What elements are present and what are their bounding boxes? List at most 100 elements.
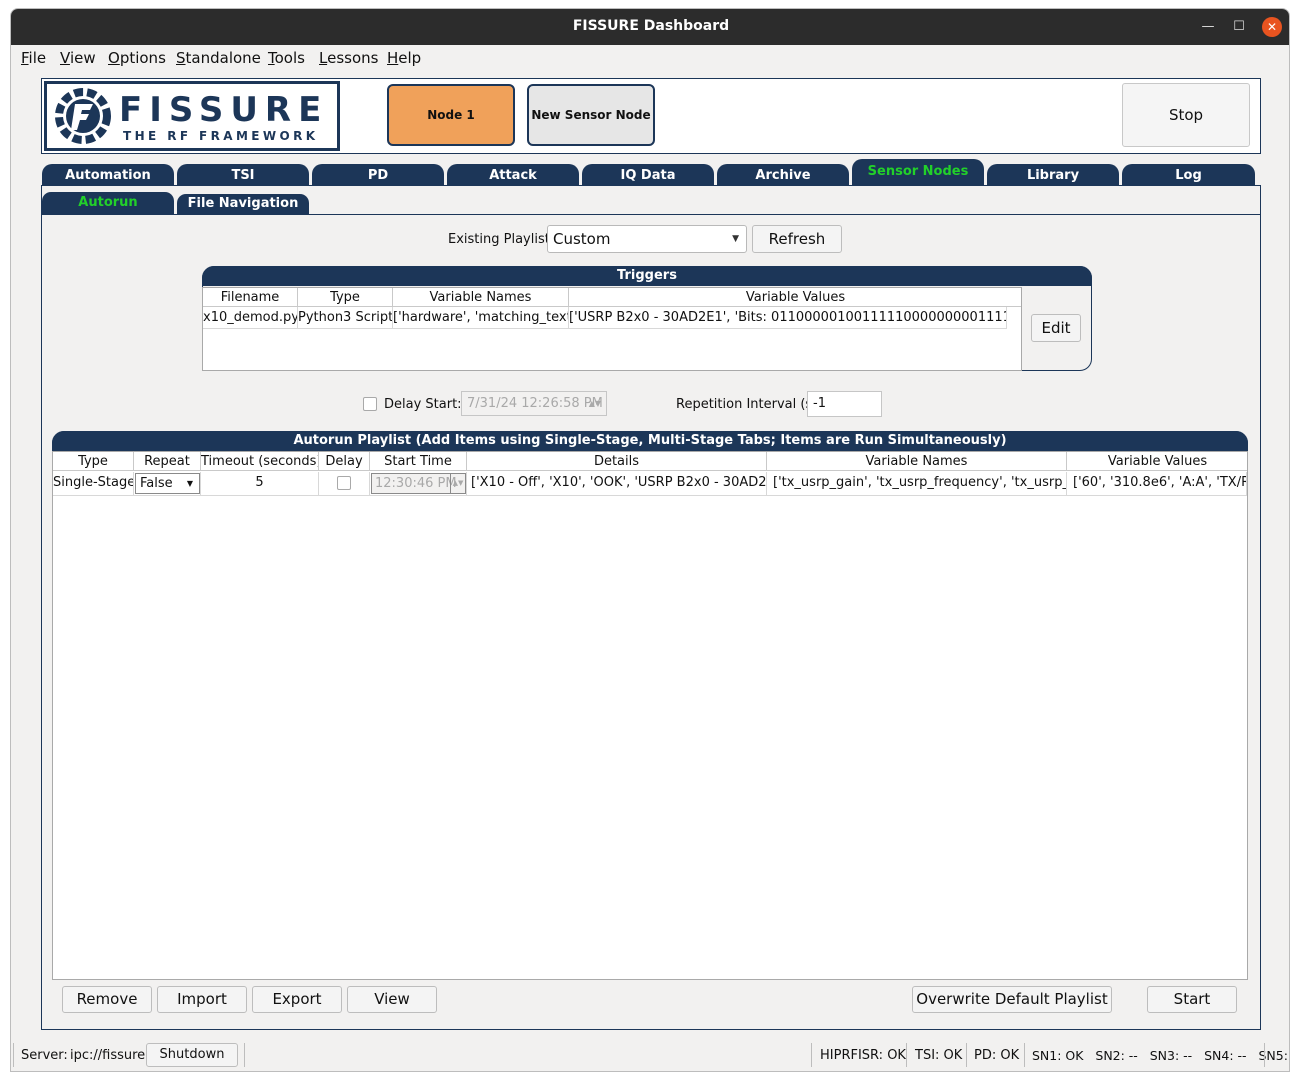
menu-tools[interactable]: Tools	[268, 49, 305, 67]
refresh-button[interactable]: Refresh	[752, 225, 842, 253]
tab-automation[interactable]: Automation	[42, 164, 174, 187]
start-time-input: 12:30:46 PM ▲▼	[371, 473, 466, 494]
autorun-playlist-table[interactable]: Type Repeat Timeout (seconds) Delay Star…	[52, 451, 1248, 980]
edit-trigger-button[interactable]: Edit	[1031, 314, 1081, 342]
tab-log[interactable]: Log	[1122, 164, 1255, 187]
shutdown-button[interactable]: Shutdown	[146, 1043, 238, 1067]
divider	[41, 214, 1261, 215]
repetition-interval-label: Repetition Interval (s):	[676, 397, 822, 412]
server-value: ipc://fissure	[70, 1048, 146, 1063]
playlist-cell-repeat[interactable]: False ▼	[134, 472, 201, 496]
playlist-cell-details[interactable]: ['X10 - Off', 'X10', 'OOK', 'USRP B2x0 -…	[467, 472, 767, 496]
trigger-cell-variable-names[interactable]: ['hardware', 'matching_text']	[393, 307, 569, 329]
close-icon[interactable]: ✕	[1262, 17, 1282, 37]
playlist-cell-type[interactable]: Single-Stage	[53, 472, 134, 496]
playlist-delay-checkbox[interactable]	[337, 476, 351, 490]
start-button[interactable]: Start	[1147, 986, 1237, 1013]
maximize-icon[interactable]: ☐	[1229, 17, 1249, 37]
tab-iq-data[interactable]: IQ Data	[582, 164, 714, 187]
tsi-status: TSI: OK	[915, 1048, 963, 1063]
delay-datetime-input: 7/31/24 12:26:58 PM ▲▼	[461, 391, 607, 416]
menu-bar: File View Options Standalone Tools Lesso…	[11, 45, 1289, 71]
divider	[1264, 1043, 1265, 1067]
playlist-cell-start-time[interactable]: 12:30:46 PM ▲▼	[370, 472, 467, 496]
import-button[interactable]: Import	[157, 986, 247, 1013]
playlist-header-delay[interactable]: Delay	[319, 452, 370, 471]
tab-sensor-nodes[interactable]: Sensor Nodes	[852, 159, 984, 187]
playlist-header-repeat[interactable]: Repeat	[134, 452, 201, 471]
application-window: FISSURE Dashboard — ☐ ✕ File View Option…	[10, 8, 1290, 1072]
playlist-cell-timeout[interactable]: 5	[201, 472, 319, 496]
playlist-header-details[interactable]: Details	[467, 452, 767, 471]
node-1-button[interactable]: Node 1	[387, 84, 515, 146]
triggers-title: Triggers	[202, 266, 1092, 286]
playlist-combo[interactable]: Custom ▼	[547, 225, 747, 253]
new-sensor-node-button[interactable]: New Sensor Node	[527, 84, 655, 146]
existing-playlists-label: Existing Playlists:	[448, 232, 561, 247]
tab-pd[interactable]: PD	[312, 164, 444, 187]
tab-archive[interactable]: Archive	[717, 164, 849, 187]
delay-start-checkbox[interactable]	[363, 397, 377, 411]
tab-tsi[interactable]: TSI	[177, 164, 309, 187]
menu-standalone[interactable]: Standalone	[176, 49, 261, 67]
divider	[906, 1043, 907, 1067]
fissure-logo: FISSURE THE RF FRAMEWORK	[44, 81, 340, 151]
playlist-cell-delay[interactable]	[319, 472, 370, 496]
trigger-cell-filename[interactable]: x10_demod.py	[203, 307, 298, 329]
triggers-header-variable-names[interactable]: Variable Names	[393, 288, 569, 307]
playlist-header-type[interactable]: Type	[53, 452, 134, 471]
menu-options[interactable]: Options	[108, 49, 166, 67]
divider	[966, 1043, 967, 1067]
remove-button[interactable]: Remove	[62, 986, 152, 1013]
menu-file[interactable]: File	[21, 49, 46, 67]
playlist-cell-variable-values[interactable]: ['60', '310.8e6', 'A:A', 'TX/R…	[1067, 472, 1247, 496]
dropdown-arrow-icon: ▼	[732, 234, 739, 244]
header-panel: FISSURE THE RF FRAMEWORK Node 1 New Sens…	[41, 78, 1261, 154]
delay-datetime-value: 7/31/24 12:26:58 PM	[467, 396, 603, 411]
trigger-cell-type[interactable]: Python3 Script	[298, 307, 393, 329]
minimize-icon[interactable]: —	[1198, 17, 1218, 37]
view-button[interactable]: View	[347, 986, 437, 1013]
subtab-autorun[interactable]: Autorun	[42, 192, 174, 214]
playlist-header-variable-values[interactable]: Variable Values	[1067, 452, 1247, 471]
triggers-table[interactable]: Filename Type Variable Names Variable Va…	[202, 287, 1022, 371]
start-time-value: 12:30:46 PM	[375, 476, 457, 491]
triggers-header-type[interactable]: Type	[298, 288, 393, 307]
stop-button[interactable]: Stop	[1122, 83, 1250, 147]
server-label: Server:	[21, 1048, 68, 1063]
playlist-header-timeout[interactable]: Timeout (seconds)	[201, 452, 319, 471]
overwrite-default-playlist-button[interactable]: Overwrite Default Playlist	[912, 986, 1112, 1013]
menu-lessons[interactable]: Lessons	[319, 49, 378, 67]
spin-arrow-icon: ▲▼	[588, 399, 601, 408]
repeat-value: False	[140, 476, 173, 491]
gear-logo-icon	[55, 88, 111, 144]
autorun-playlist-title: Autorun Playlist (Add Items using Single…	[52, 431, 1248, 451]
repeat-combo[interactable]: False ▼	[135, 473, 200, 494]
window-title: FISSURE Dashboard	[572, 18, 730, 34]
delay-start-label: Delay Start:	[384, 397, 462, 412]
title-bar: FISSURE Dashboard — ☐ ✕	[11, 9, 1289, 45]
export-button[interactable]: Export	[252, 986, 342, 1013]
repetition-interval-input[interactable]: -1	[807, 391, 882, 417]
dropdown-arrow-icon: ▼	[186, 479, 193, 488]
playlist-header-variable-names[interactable]: Variable Names	[767, 452, 1067, 471]
status-bar: Server: ipc://fissure Shutdown HIPRFISR:…	[11, 1039, 1289, 1071]
divider	[13, 1043, 14, 1067]
tab-library[interactable]: Library	[987, 164, 1119, 187]
menu-help[interactable]: Help	[387, 49, 421, 67]
logo-title: FISSURE	[119, 90, 329, 130]
playlist-header-start-time[interactable]: Start Time	[370, 452, 467, 471]
hiprfisr-status: HIPRFISR: OK	[820, 1048, 906, 1063]
divider	[244, 1043, 245, 1067]
playlist-cell-variable-names[interactable]: ['tx_usrp_gain', 'tx_usrp_frequency', 't…	[767, 472, 1067, 496]
logo-subtitle: THE RF FRAMEWORK	[123, 129, 319, 143]
subtab-file-navigation[interactable]: File Navigation	[177, 194, 309, 214]
tab-attack[interactable]: Attack	[447, 164, 579, 187]
trigger-cell-variable-values[interactable]: ['USRP B2x0 - 30AD2E1', 'Bits: 011000001…	[569, 307, 1007, 329]
triggers-header-filename[interactable]: Filename	[203, 288, 298, 307]
playlist-selected: Custom	[553, 230, 611, 248]
pd-status: PD: OK	[974, 1048, 1020, 1063]
triggers-header-variable-values[interactable]: Variable Values	[569, 288, 1021, 307]
menu-view[interactable]: View	[60, 49, 96, 67]
spin-arrow-icon: ▲▼	[450, 474, 465, 493]
